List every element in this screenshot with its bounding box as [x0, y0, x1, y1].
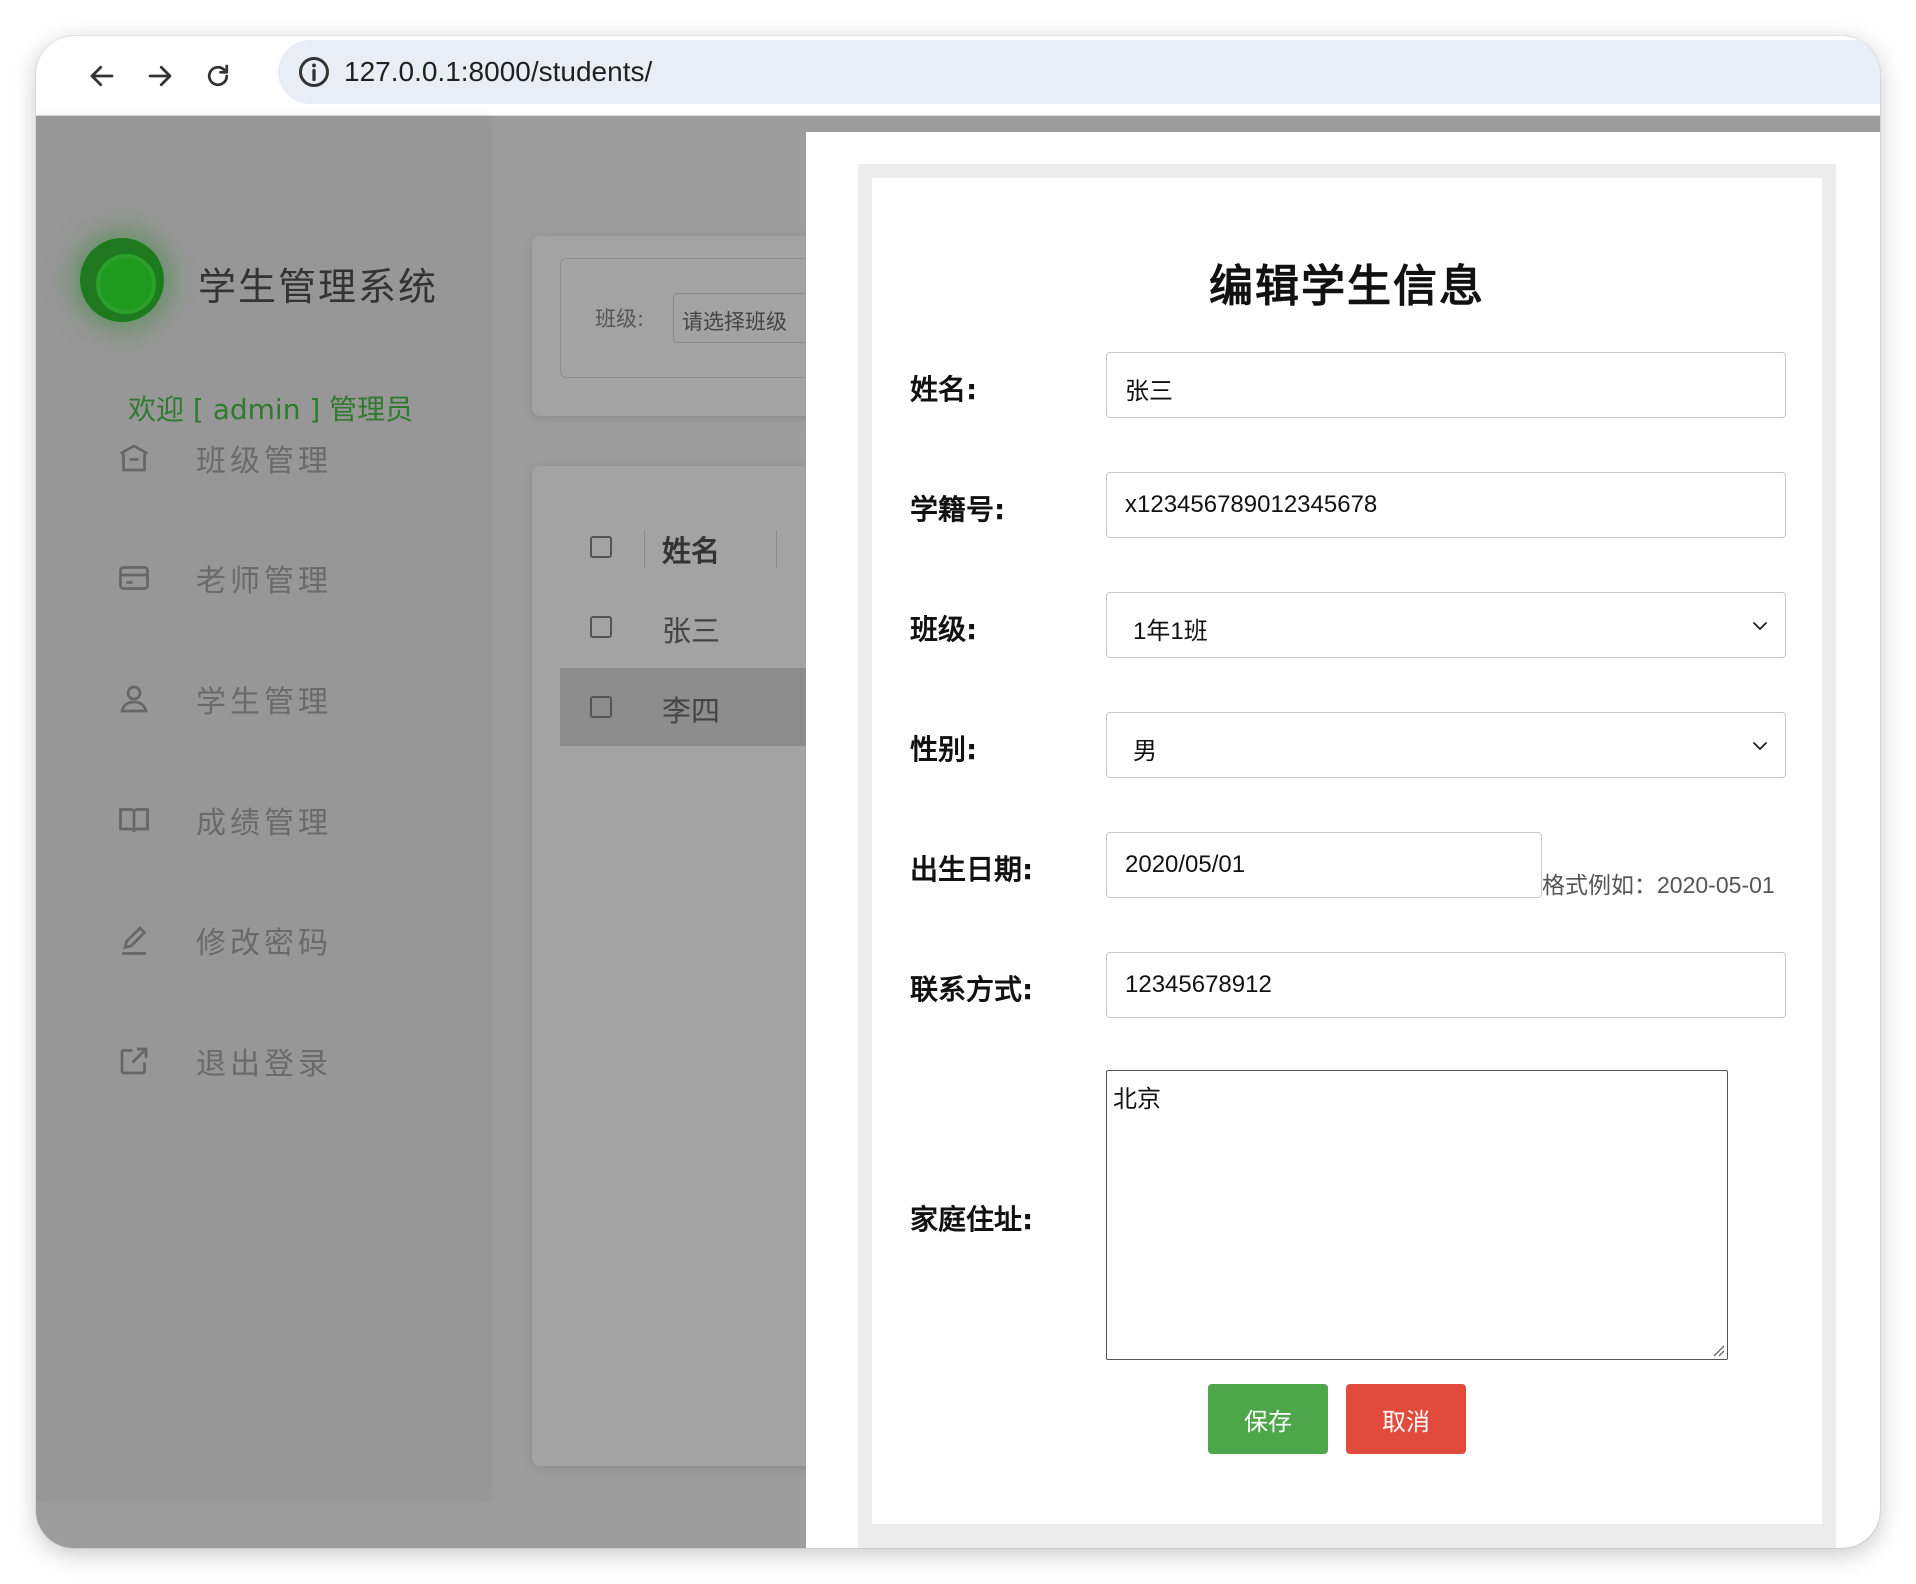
welcome-text: 欢迎 [ admin ] 管理员 — [128, 393, 414, 426]
menu-label: 成绩管理 — [196, 806, 332, 841]
browser-window: 127.0.0.1:8000/students/ 学生管理系统 欢迎 [ adm… — [36, 36, 1880, 1548]
birthday-format-hint: 格式例如：2020-05-01 — [1542, 872, 1775, 898]
arrow-right-icon — [148, 65, 172, 87]
name-label: 姓名: — [910, 373, 978, 406]
arrow-left-icon — [90, 65, 114, 87]
cancel-button[interactable]: 取消 — [1346, 1384, 1466, 1454]
gender-label: 性别: — [910, 733, 978, 766]
menu-item-student[interactable]: 学生管理 — [116, 669, 446, 729]
page-backdrop: 学生管理系统 欢迎 [ admin ] 管理员 班级管理 老师管理 学生管理 成… — [36, 116, 1880, 1548]
menu-item-logout[interactable]: 退出登录 — [116, 1031, 446, 1091]
url-text[interactable]: 127.0.0.1:8000/students/ — [344, 56, 652, 88]
system-title: 学生管理系统 — [198, 265, 439, 309]
resize-handle-icon[interactable] — [1711, 1343, 1725, 1357]
select-all-checkbox[interactable] — [590, 536, 612, 558]
student-id-label: 学籍号: — [910, 493, 1006, 526]
menu-item-teacher[interactable]: 老师管理 — [116, 548, 446, 608]
column-divider — [644, 530, 645, 568]
edit-student-form: 编辑学生信息 姓名: 张三 学籍号: x123456789012345678 班… — [872, 178, 1822, 1524]
student-name: 李四 — [662, 694, 721, 728]
column-header-name: 姓名 — [662, 534, 721, 568]
pencil-icon — [122, 926, 147, 955]
chevron-down-icon — [1753, 742, 1767, 750]
class-select[interactable]: 1年1班 — [1106, 592, 1786, 658]
contact-field[interactable]: 12345678912 — [1106, 952, 1786, 1018]
sidebar: 学生管理系统 欢迎 [ admin ] 管理员 班级管理 老师管理 学生管理 成… — [36, 116, 488, 1500]
row-checkbox[interactable] — [590, 696, 612, 718]
student-id-field[interactable]: x123456789012345678 — [1106, 472, 1786, 538]
edit-student-modal: 编辑学生信息 姓名: 张三 学籍号: x123456789012345678 班… — [806, 132, 1880, 1548]
address-bar[interactable]: 127.0.0.1:8000/students/ — [278, 40, 1880, 104]
building-icon — [119, 444, 149, 472]
menu-label: 学生管理 — [196, 685, 332, 720]
info-icon[interactable] — [296, 54, 332, 90]
menu-item-password[interactable]: 修改密码 — [116, 910, 446, 970]
menu-label: 班级管理 — [196, 444, 332, 479]
save-button[interactable]: 保存 — [1208, 1384, 1328, 1454]
logout-icon — [120, 1047, 148, 1075]
column-divider — [776, 530, 777, 568]
user-icon — [120, 685, 148, 713]
menu-label: 退出登录 — [196, 1047, 332, 1082]
reload-icon — [207, 64, 229, 87]
row-checkbox[interactable] — [590, 616, 612, 638]
student-name: 张三 — [662, 614, 721, 648]
gender-select-value: 男 — [1133, 738, 1157, 765]
birthday-label: 出生日期: — [910, 853, 1034, 886]
modal-frame: 编辑学生信息 姓名: 张三 学籍号: x123456789012345678 班… — [858, 164, 1836, 1548]
browser-toolbar: 127.0.0.1:8000/students/ — [36, 36, 1880, 116]
reload-button[interactable] — [196, 54, 240, 98]
address-value: 北京 — [1113, 1085, 1161, 1113]
chevron-down-icon — [1753, 622, 1767, 630]
contact-label: 联系方式: — [910, 973, 1034, 1006]
forward-button[interactable] — [138, 54, 182, 98]
modal-title: 编辑学生信息 — [1209, 261, 1485, 312]
name-field[interactable]: 张三 — [1106, 352, 1786, 418]
id-card-icon — [119, 566, 149, 590]
gender-select[interactable]: 男 — [1106, 712, 1786, 778]
class-select-value: 1年1班 — [1133, 618, 1208, 645]
book-icon — [119, 808, 149, 833]
class-label: 班级: — [910, 613, 978, 646]
back-button[interactable] — [80, 54, 124, 98]
menu-label: 老师管理 — [196, 564, 332, 599]
logo — [80, 238, 164, 322]
address-label: 家庭住址: — [910, 1203, 1034, 1236]
menu-label: 修改密码 — [196, 926, 332, 961]
birthday-field[interactable]: 2020/05/01 — [1106, 832, 1542, 898]
filter-label: 班级: — [595, 307, 645, 331]
address-textarea[interactable]: 北京 — [1106, 1070, 1728, 1360]
menu-item-grade[interactable]: 成绩管理 — [116, 790, 446, 850]
menu-item-class[interactable]: 班级管理 — [116, 428, 446, 488]
